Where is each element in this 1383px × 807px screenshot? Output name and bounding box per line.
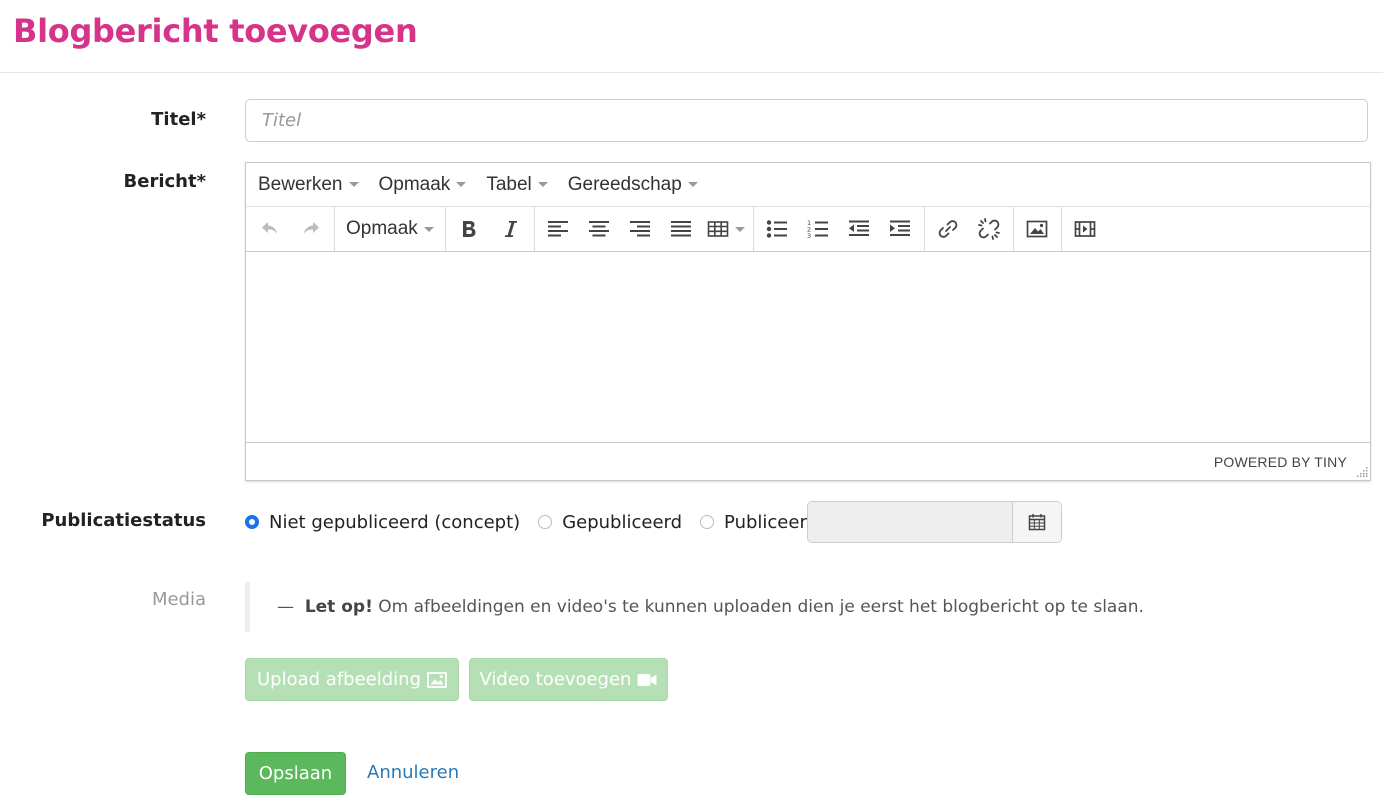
editor-content-area[interactable] [246, 252, 1370, 443]
bullet-list-icon [767, 220, 788, 238]
align-center-button[interactable] [579, 207, 620, 251]
title-label: Titel* [151, 109, 206, 130]
publish-date-input[interactable] [808, 502, 1012, 542]
upload-image-button[interactable]: Upload afbeelding [245, 658, 459, 701]
menu-tools[interactable]: Gereedschap [558, 163, 708, 206]
align-left-button[interactable] [538, 207, 579, 251]
align-center-icon [589, 221, 610, 237]
media-group [1062, 207, 1109, 251]
chevron-down-icon [456, 182, 467, 187]
indent-button[interactable] [880, 207, 921, 251]
notice-bold: Let op! [304, 597, 373, 617]
editor-statusbar: POWERED BY TINY [246, 443, 1370, 479]
cancel-link[interactable]: Annuleren [367, 762, 459, 783]
media-notice: — Let op! Om afbeeldingen en video's te … [245, 582, 1144, 632]
bold-button[interactable] [449, 207, 490, 251]
italic-icon [505, 221, 518, 237]
link-group [925, 207, 1014, 251]
chevron-down-icon [687, 182, 698, 187]
notice-dash: — [277, 597, 294, 617]
align-group [535, 207, 754, 251]
style-group [446, 207, 535, 251]
svg-text:3: 3 [807, 232, 811, 239]
numbered-list-button[interactable]: 123 [798, 207, 839, 251]
undo-button[interactable] [249, 207, 290, 251]
insert-media-button[interactable] [1065, 207, 1106, 251]
menu-tools-label: Gereedschap [567, 173, 682, 195]
align-left-icon [548, 221, 569, 237]
align-right-button[interactable] [620, 207, 661, 251]
calendar-button[interactable] [1012, 502, 1061, 542]
italic-button[interactable] [490, 207, 531, 251]
video-camera-icon [637, 673, 657, 686]
calendar-icon [1028, 514, 1046, 531]
numbered-list-icon: 123 [807, 219, 829, 239]
radio-checked-icon[interactable] [245, 515, 259, 529]
title-divider [0, 72, 1383, 73]
status-option-label: Gepubliceerd [562, 511, 683, 533]
list-group: 123 [754, 207, 925, 251]
status-option-label: Niet gepubliceerd (concept) [269, 511, 521, 533]
notice-text: Om afbeeldingen en video's te kunnen upl… [378, 597, 1144, 617]
redo-icon [303, 222, 319, 234]
insert-image-button[interactable] [1017, 207, 1058, 251]
save-button[interactable]: Opslaan [245, 752, 346, 795]
outdent-button[interactable] [839, 207, 880, 251]
indent-icon [890, 220, 911, 236]
page-title: Blogbericht toevoegen [13, 12, 418, 50]
title-input[interactable] [245, 99, 1368, 142]
image-icon [427, 671, 447, 688]
menu-edit[interactable]: Bewerken [248, 163, 369, 206]
message-label: Bericht* [123, 171, 206, 192]
format-dropdown-label: Opmaak [346, 218, 418, 239]
bold-icon [463, 221, 476, 237]
status-option-published[interactable]: Gepubliceerd [538, 512, 682, 533]
upload-image-label: Upload afbeelding [257, 669, 421, 690]
format-group: Opmaak [335, 207, 446, 251]
chevron-down-icon [423, 226, 434, 232]
editor-menubar: Bewerken Opmaak Tabel Gereedschap [246, 163, 1370, 207]
menu-edit-label: Bewerken [258, 173, 343, 195]
bullet-list-button[interactable] [757, 207, 798, 251]
outdent-icon [849, 220, 870, 236]
resize-handle-icon[interactable] [1356, 465, 1368, 477]
table-button[interactable] [702, 207, 750, 251]
redo-button[interactable] [290, 207, 331, 251]
editor-branding[interactable]: POWERED BY TINY [1214, 454, 1347, 470]
align-right-icon [630, 221, 651, 237]
image-icon [1026, 220, 1048, 238]
menu-format-label: Opmaak [378, 173, 451, 195]
menu-table-label: Tabel [486, 173, 532, 195]
radio-unchecked-icon[interactable] [538, 515, 553, 529]
save-label: Opslaan [258, 763, 333, 784]
status-label: Publicatiestatus [41, 510, 206, 531]
unlink-icon [978, 218, 1001, 240]
editor-toolbar: Opmaak 1 2 3 [246, 207, 1370, 252]
unlink-button[interactable] [969, 207, 1010, 251]
menu-format[interactable]: Opmaak [369, 163, 477, 206]
publish-date-picker [807, 501, 1062, 543]
link-button[interactable] [928, 207, 969, 251]
add-video-button[interactable]: Video toevoegen [469, 658, 668, 701]
menu-table[interactable]: Tabel [476, 163, 557, 206]
history-group [246, 207, 335, 251]
table-icon [707, 221, 729, 237]
image-group [1014, 207, 1062, 251]
format-dropdown[interactable]: Opmaak [338, 207, 442, 251]
status-radio-group: Niet gepubliceerd (concept) Gepubliceerd… [245, 501, 859, 543]
link-icon [938, 220, 958, 238]
status-option-draft[interactable]: Niet gepubliceerd (concept) [245, 512, 520, 533]
chevron-down-icon [734, 226, 745, 232]
rich-text-editor: Bewerken Opmaak Tabel Gereedschap Opmaak [245, 162, 1371, 481]
align-justify-button[interactable] [661, 207, 702, 251]
add-video-label: Video toevoegen [479, 669, 632, 690]
media-icon [1074, 221, 1096, 237]
align-justify-icon [671, 221, 692, 237]
chevron-down-icon [348, 182, 359, 187]
chevron-down-icon [537, 182, 548, 187]
media-label: Media [151, 589, 206, 610]
radio-unchecked-icon[interactable] [700, 515, 715, 529]
undo-icon [261, 222, 277, 234]
